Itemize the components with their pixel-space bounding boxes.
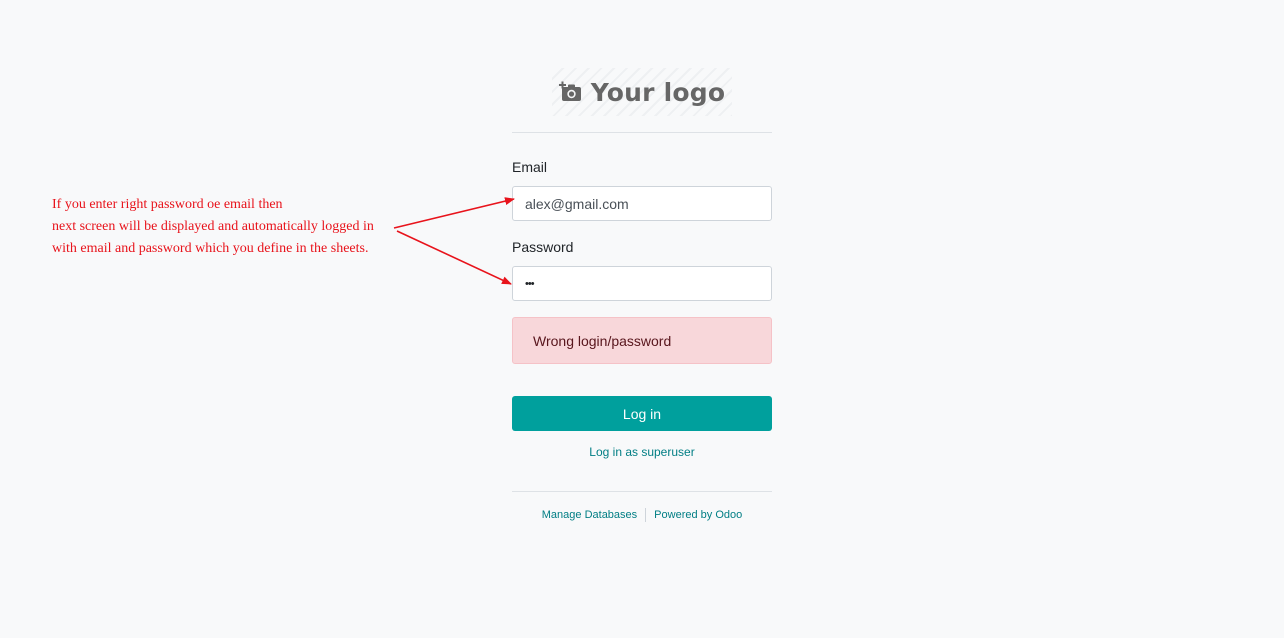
annotation-arrows <box>393 197 515 285</box>
arrow-to-email <box>393 197 515 229</box>
arrow-to-password <box>396 230 512 285</box>
